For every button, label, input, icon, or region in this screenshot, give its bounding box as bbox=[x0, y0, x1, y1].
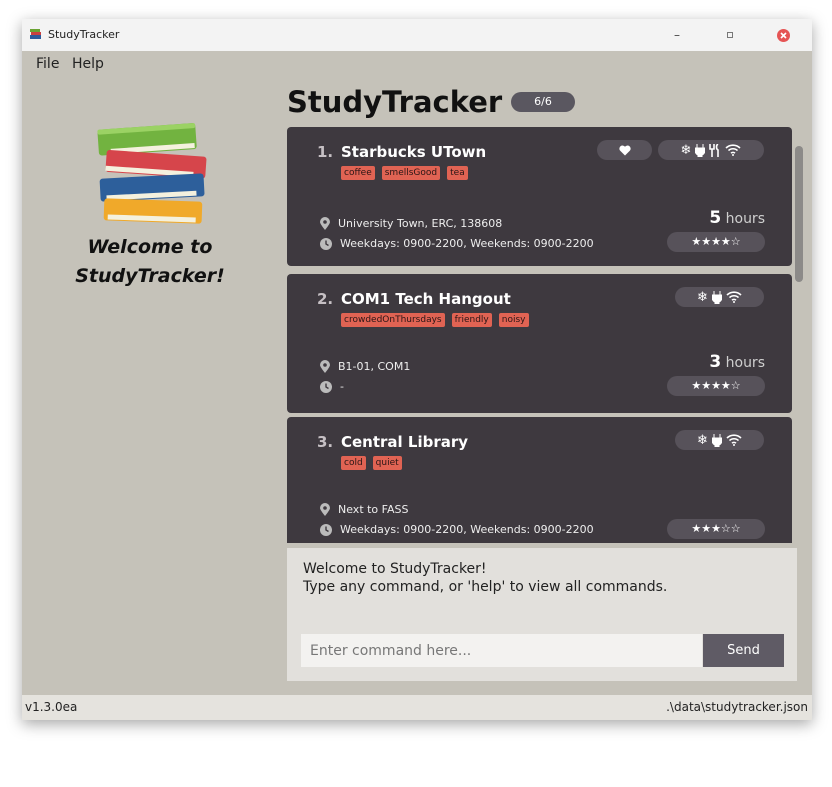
wifi-icon bbox=[725, 144, 742, 156]
welcome-line-1: Welcome to bbox=[87, 236, 213, 258]
command-input[interactable] bbox=[301, 634, 702, 667]
study-hours-value: 5 bbox=[709, 208, 722, 228]
rating-stars: ★★★★☆ bbox=[667, 232, 765, 252]
opening-hours-text: Weekdays: 0900-2200, Weekends: 0900-2200 bbox=[340, 237, 594, 250]
amenities-badge: ❄ bbox=[675, 287, 764, 307]
snowflake-icon: ❄ bbox=[697, 289, 708, 305]
page-title: StudyTracker bbox=[287, 85, 503, 119]
tag: coffee bbox=[341, 166, 375, 180]
result-message: Welcome to StudyTracker! Type any comman… bbox=[303, 560, 667, 596]
card-index: 2. bbox=[317, 290, 334, 308]
heart-icon bbox=[618, 145, 631, 155]
card-index: 3. bbox=[317, 433, 334, 451]
tag-list: crowdedOnThursdays friendly noisy bbox=[341, 313, 529, 327]
study-spot-card[interactable]: 2. COM1 Tech Hangout crowdedOnThursdays … bbox=[287, 274, 792, 413]
plug-icon bbox=[711, 290, 722, 304]
list-scrollbar[interactable] bbox=[795, 146, 803, 282]
wifi-icon bbox=[726, 434, 742, 446]
tag: quiet bbox=[372, 456, 402, 470]
window-title: StudyTracker bbox=[48, 28, 120, 41]
opening-hours-text: Weekdays: 0900-2200, Weekends: 0900-2200 bbox=[340, 523, 594, 536]
result-line-1: Welcome to StudyTracker! bbox=[303, 561, 487, 577]
card-index: 1. bbox=[317, 143, 334, 161]
tag: noisy bbox=[498, 313, 529, 327]
maximize-icon bbox=[727, 32, 733, 38]
menu-bar: File Help bbox=[22, 51, 812, 79]
study-hours: 3 hours bbox=[709, 352, 765, 372]
study-hours-value: 3 bbox=[709, 352, 722, 372]
card-name: COM1 Tech Hangout bbox=[341, 290, 511, 308]
close-button[interactable] bbox=[768, 25, 798, 45]
opening-hours-row: Weekdays: 0900-2200, Weekends: 0900-2200 bbox=[320, 523, 594, 536]
study-hours-unit: hours bbox=[725, 211, 765, 227]
title-bar[interactable]: StudyTracker – bbox=[22, 19, 812, 51]
plug-icon bbox=[695, 143, 706, 157]
opening-hours-row: - bbox=[320, 380, 344, 393]
welcome-message: Welcome to StudyTracker! bbox=[74, 233, 226, 291]
welcome-line-2: StudyTracker! bbox=[75, 265, 225, 287]
clock-icon bbox=[320, 237, 332, 250]
tag: cold bbox=[341, 456, 366, 470]
wifi-icon bbox=[726, 291, 742, 303]
tag-list: cold quiet bbox=[341, 456, 402, 470]
tag: crowdedOnThursdays bbox=[341, 313, 445, 327]
plug-icon bbox=[711, 433, 722, 447]
favourite-badge bbox=[597, 140, 652, 160]
food-icon bbox=[709, 143, 720, 157]
maximize-button[interactable] bbox=[715, 25, 745, 45]
rating-stars: ★★★★☆ bbox=[667, 376, 765, 396]
snowflake-icon: ❄ bbox=[697, 432, 708, 448]
tag: tea bbox=[447, 166, 468, 180]
send-button[interactable]: Send bbox=[703, 634, 784, 667]
amenities-badge: ❄ bbox=[658, 140, 764, 160]
amenities-badge: ❄ bbox=[675, 430, 764, 450]
version-label: v1.3.0ea bbox=[25, 700, 78, 714]
opening-hours-text: - bbox=[340, 380, 344, 393]
address-text: University Town, ERC, 138608 bbox=[338, 217, 503, 230]
study-hours-unit: hours bbox=[725, 355, 765, 371]
study-hours: 5 hours bbox=[709, 208, 765, 228]
clock-icon bbox=[320, 523, 332, 536]
minimize-button[interactable]: – bbox=[662, 25, 692, 45]
tag: smellsGood bbox=[381, 166, 441, 180]
address-row: Next to FASS bbox=[320, 503, 408, 516]
card-name: Starbucks UTown bbox=[341, 143, 487, 161]
close-icon bbox=[776, 28, 790, 42]
menu-help[interactable]: Help bbox=[72, 56, 104, 72]
menu-file[interactable]: File bbox=[36, 56, 59, 72]
list-count-badge: 6/6 bbox=[511, 92, 575, 112]
address-row: B1-01, COM1 bbox=[320, 360, 410, 373]
opening-hours-row: Weekdays: 0900-2200, Weekends: 0900-2200 bbox=[320, 237, 594, 250]
location-icon bbox=[320, 360, 330, 373]
tag-list: coffee smellsGood tea bbox=[341, 166, 468, 180]
card-name: Central Library bbox=[341, 433, 469, 451]
app-icon bbox=[30, 29, 41, 39]
file-path-label: .\data\studytracker.json bbox=[666, 700, 808, 714]
minimize-icon: – bbox=[674, 28, 680, 42]
clock-icon bbox=[320, 380, 332, 393]
address-text: B1-01, COM1 bbox=[338, 360, 411, 373]
location-icon bbox=[320, 503, 330, 516]
status-bar: v1.3.0ea .\data\studytracker.json bbox=[22, 695, 812, 720]
address-row: University Town, ERC, 138608 bbox=[320, 217, 502, 230]
rating-stars: ★★★☆☆ bbox=[667, 519, 765, 539]
snowflake-icon: ❄ bbox=[680, 142, 692, 158]
location-icon bbox=[320, 217, 330, 230]
study-spot-card[interactable]: 1. Starbucks UTown coffee smellsGood tea… bbox=[287, 127, 792, 266]
address-text: Next to FASS bbox=[338, 503, 409, 516]
books-logo bbox=[97, 123, 207, 224]
study-spot-list[interactable]: 1. Starbucks UTown coffee smellsGood tea… bbox=[287, 127, 807, 543]
app-window: StudyTracker – File Help Welcome to Stud… bbox=[22, 19, 812, 720]
tag: friendly bbox=[451, 313, 492, 327]
study-spot-card[interactable]: 3. Central Library cold quiet ❄ Next to … bbox=[287, 417, 792, 543]
result-line-2: Type any command, or 'help' to view all … bbox=[303, 579, 668, 595]
